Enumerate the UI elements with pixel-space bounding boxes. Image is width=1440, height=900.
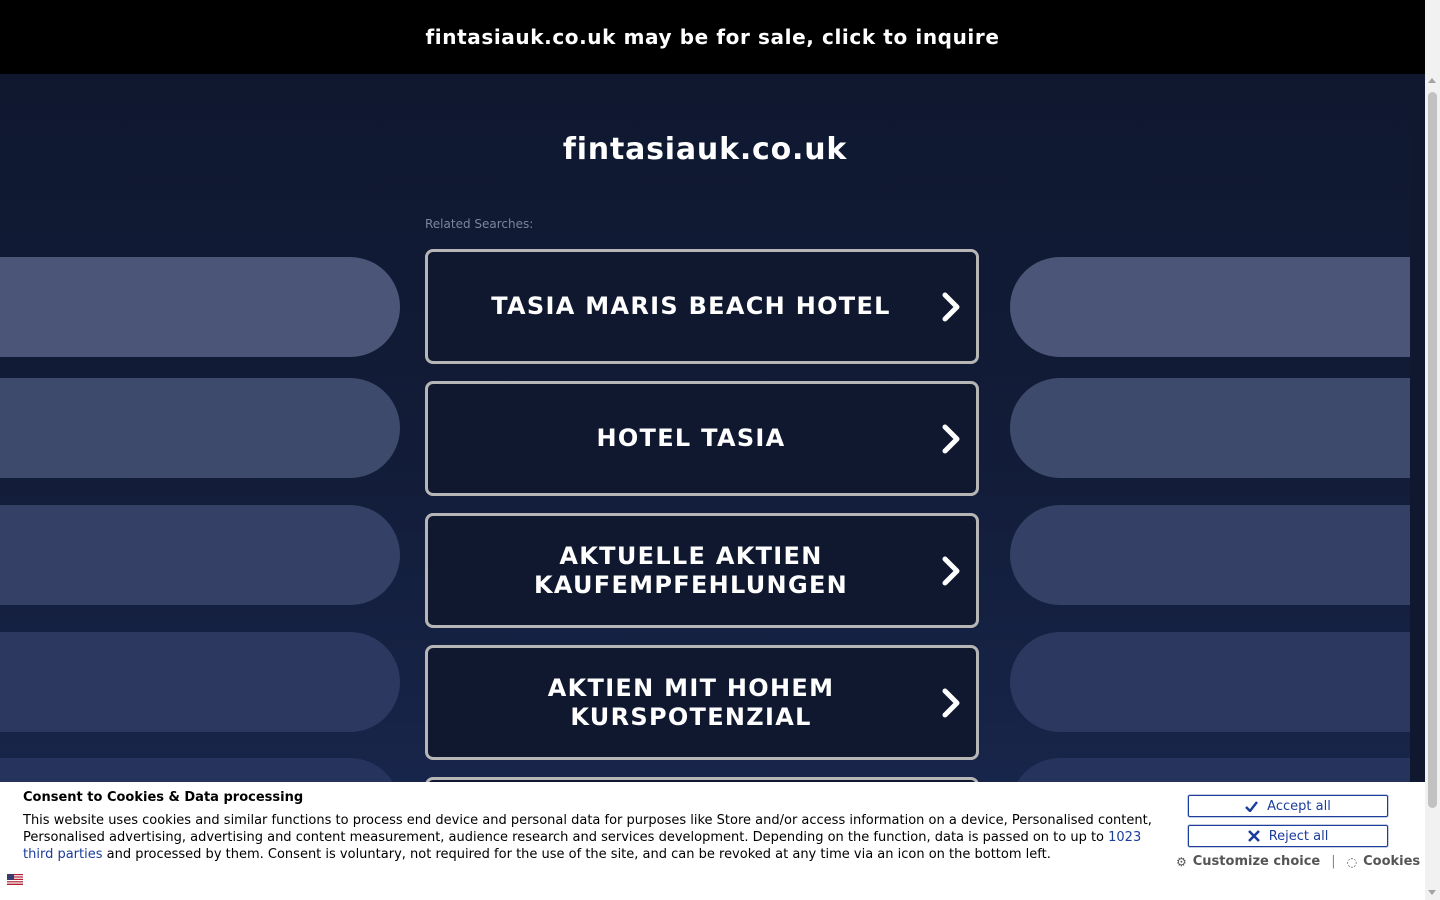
related-search-label: TASIA MARIS BEACH HOTEL	[491, 292, 891, 320]
flag-icon[interactable]	[7, 870, 23, 885]
consent-secondary-links: ⚙ Customize choice | ◌ Cookies	[1176, 854, 1420, 869]
decorative-pill	[1010, 632, 1410, 732]
related-search-link[interactable]: AKTIEN MIT HOHEM KURSPOTENZIAL	[425, 645, 979, 760]
accept-all-button[interactable]: Accept all	[1188, 795, 1388, 817]
chevron-right-icon	[926, 688, 976, 718]
related-search-link[interactable]: TASIA MARIS BEACH HOTEL	[425, 249, 979, 364]
cookie-icon: ◌	[1346, 854, 1358, 869]
scroll-down-arrow-icon[interactable]	[1428, 890, 1436, 895]
x-icon	[1247, 830, 1260, 842]
consent-heading: Consent to Cookies & Data processing	[23, 790, 304, 805]
consent-text: This website uses cookies and similar fu…	[23, 813, 1152, 845]
main-content: fintasiauk.co.uk Related Searches: TASIA…	[0, 74, 1410, 900]
links-separator: |	[1331, 854, 1336, 869]
decorative-pill	[0, 257, 400, 357]
chevron-right-icon	[926, 424, 976, 454]
scrollbar-thumb[interactable]	[1428, 92, 1437, 808]
gear-icon: ⚙	[1176, 854, 1187, 869]
related-search-label: AKTUELLE AKTIEN KAUFEMPFEHLUNGEN	[533, 541, 849, 599]
reject-all-button[interactable]: Reject all	[1188, 825, 1388, 847]
related-searches-label: Related Searches:	[425, 217, 534, 231]
reject-all-label: Reject all	[1268, 828, 1329, 844]
scroll-up-arrow-icon[interactable]	[1428, 78, 1436, 83]
cookies-link[interactable]: Cookies	[1363, 854, 1420, 869]
decorative-pill	[1010, 378, 1410, 478]
consent-body: This website uses cookies and similar fu…	[23, 812, 1158, 863]
related-search-label: HOTEL TASIA	[596, 424, 786, 452]
decorative-pill	[1010, 257, 1410, 357]
accept-all-label: Accept all	[1267, 798, 1331, 814]
decorative-pill	[0, 632, 400, 732]
chevron-right-icon	[926, 556, 976, 586]
cookie-consent-banner: Consent to Cookies & Data processing Thi…	[0, 782, 1425, 900]
customize-choice-link[interactable]: Customize choice	[1193, 854, 1320, 869]
decorative-pill	[0, 505, 400, 605]
page-scrollbar[interactable]	[1425, 0, 1440, 900]
decorative-pill	[0, 378, 400, 478]
related-search-link[interactable]: HOTEL TASIA	[425, 381, 979, 496]
for-sale-banner-text[interactable]: fintasiauk.co.uk may be for sale, click …	[425, 25, 999, 49]
decorative-pill	[1010, 505, 1410, 605]
related-search-link[interactable]: AKTUELLE AKTIEN KAUFEMPFEHLUNGEN	[425, 513, 979, 628]
for-sale-banner[interactable]: fintasiauk.co.uk may be for sale, click …	[0, 0, 1425, 74]
chevron-right-icon	[926, 292, 976, 322]
check-icon	[1245, 800, 1259, 812]
related-search-label: AKTIEN MIT HOHEM KURSPOTENZIAL	[547, 673, 835, 731]
domain-title: fintasiauk.co.uk	[562, 132, 848, 167]
consent-text-end: and processed by them. Consent is volunt…	[102, 847, 1051, 862]
